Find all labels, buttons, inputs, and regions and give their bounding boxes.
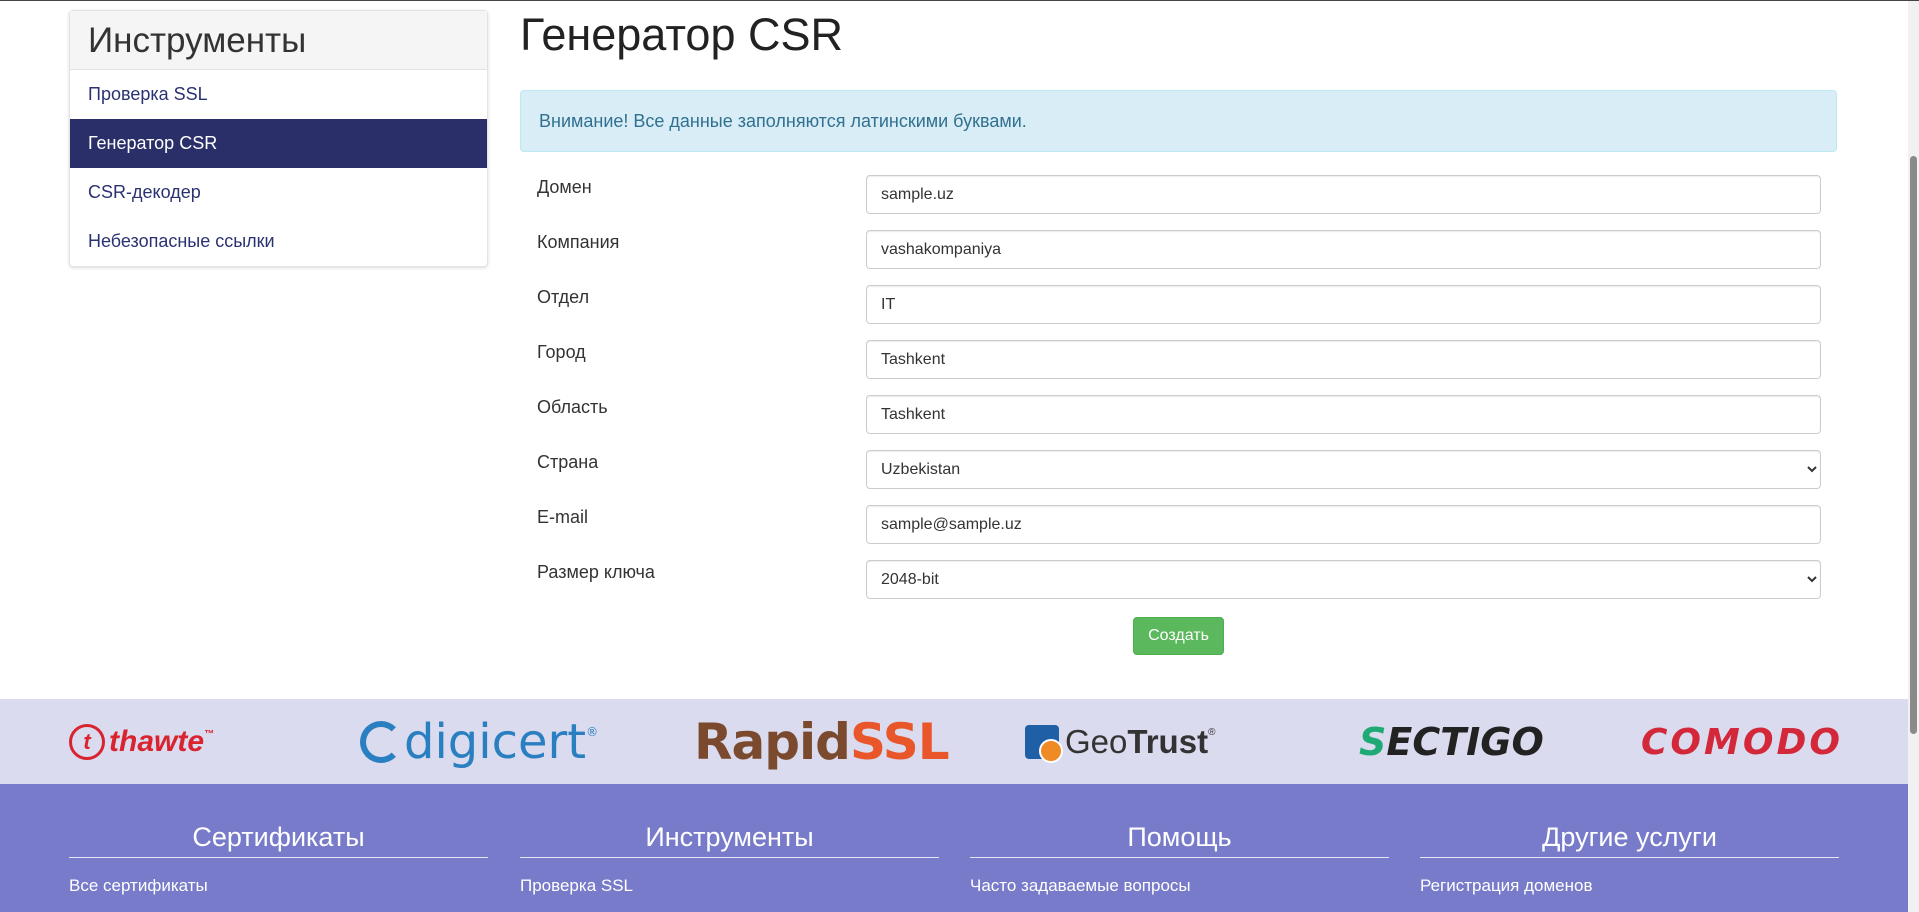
sidebar-item-csr-generator[interactable]: Генератор CSR xyxy=(70,119,487,168)
geotrust-part1: Geo xyxy=(1065,723,1128,760)
thawte-logo: t thawte ™ xyxy=(69,715,214,769)
domain-label: Домен xyxy=(537,177,592,197)
footer-link-ssl-check[interactable]: Проверка SSL xyxy=(520,876,939,896)
footer-heading-help: Помощь xyxy=(970,821,1389,858)
footer-heading-other-services: Другие услуги xyxy=(1420,821,1839,858)
page-title: Генератор CSR xyxy=(520,9,843,60)
footer-col-tools: Инструменты Проверка SSL xyxy=(520,784,939,896)
sectigo-s: S xyxy=(1359,720,1387,764)
sidebar-item-csr-decoder[interactable]: CSR-декодер xyxy=(70,168,487,217)
department-row: Отдел xyxy=(537,285,1821,324)
domain-input[interactable] xyxy=(866,175,1821,214)
sectigo-logo: S ECTIGO xyxy=(1359,715,1544,769)
tools-sidebar: Инструменты Проверка SSL Генератор CSR C… xyxy=(69,10,488,267)
company-row: Компания xyxy=(537,230,1821,269)
footer-heading-certificates: Сертификаты xyxy=(69,821,488,858)
email-label: E-mail xyxy=(537,507,589,527)
company-input[interactable] xyxy=(866,230,1821,269)
footer-col-certificates: Сертификаты Все сертификаты xyxy=(69,784,488,896)
geotrust-part2: Trust xyxy=(1127,723,1209,760)
country-label: Страна xyxy=(537,452,599,472)
site-footer: Сертификаты Все сертификаты Инструменты … xyxy=(0,784,1908,912)
company-label: Компания xyxy=(537,232,620,252)
city-input[interactable] xyxy=(866,340,1821,379)
digicert-logo: digicert ® xyxy=(360,714,599,770)
email-row: E-mail xyxy=(537,505,1821,544)
rapidssl-part2: SSL xyxy=(849,713,950,771)
footer-col-help: Помощь Часто задаваемые вопросы xyxy=(970,784,1389,896)
sidebar-title: Инструменты xyxy=(70,11,487,70)
footer-link-all-certificates[interactable]: Все сертификаты xyxy=(69,876,488,896)
geotrust-reg: ® xyxy=(1208,727,1216,738)
digicert-reg: ® xyxy=(586,725,599,739)
country-select[interactable]: Uzbekistan xyxy=(866,450,1821,489)
footer-link-domain-registration[interactable]: Регистрация доменов xyxy=(1420,876,1839,896)
thawte-tm: ™ xyxy=(204,729,215,740)
country-row: Страна Uzbekistan xyxy=(537,450,1821,489)
region-label: Область xyxy=(537,397,608,417)
footer-heading-tools: Инструменты xyxy=(520,821,939,858)
footer-col-other-services: Другие услуги Регистрация доменов xyxy=(1420,784,1839,896)
sidebar-item-ssl-check[interactable]: Проверка SSL xyxy=(70,70,487,119)
email-input[interactable] xyxy=(866,505,1821,544)
region-row: Область xyxy=(537,395,1821,434)
comodo-logo: COMODO xyxy=(1641,715,1843,769)
region-input[interactable] xyxy=(866,395,1821,434)
footer-link-faq[interactable]: Часто задаваемые вопросы xyxy=(970,876,1389,896)
comodo-wordmark: COMODO xyxy=(1641,721,1843,763)
keysize-row: Размер ключа 2048-bit xyxy=(537,560,1821,599)
domain-row: Домен xyxy=(537,175,1821,214)
page-scrollbar[interactable] xyxy=(1908,1,1919,912)
partner-logos-band: t thawte ™ digicert ® Rapid SSL Geo Trus… xyxy=(0,699,1908,784)
create-button[interactable]: Создать xyxy=(1133,617,1224,655)
rapidssl-logo: Rapid SSL xyxy=(694,713,950,771)
sidebar-item-unsafe-links[interactable]: Небезопасные ссылки xyxy=(70,217,487,266)
digicert-wordmark: digicert xyxy=(404,714,587,770)
city-label: Город xyxy=(537,342,586,362)
keysize-select[interactable]: 2048-bit xyxy=(866,560,1821,599)
info-alert: Внимание! Все данные заполняются латинск… xyxy=(520,90,1837,152)
thawte-wordmark: thawte xyxy=(109,725,205,758)
city-row: Город xyxy=(537,340,1821,379)
department-label: Отдел xyxy=(537,287,590,307)
rapidssl-part1: Rapid xyxy=(694,713,851,771)
keysize-label: Размер ключа xyxy=(537,562,655,582)
thawte-mark: t xyxy=(69,724,105,760)
department-input[interactable] xyxy=(866,285,1821,324)
scrollbar-thumb[interactable] xyxy=(1910,156,1917,734)
sectigo-rest: ECTIGO xyxy=(1386,720,1544,764)
digicert-mark xyxy=(360,721,402,763)
geotrust-mark xyxy=(1025,725,1063,763)
geotrust-logo: Geo Trust ® xyxy=(1025,715,1215,769)
